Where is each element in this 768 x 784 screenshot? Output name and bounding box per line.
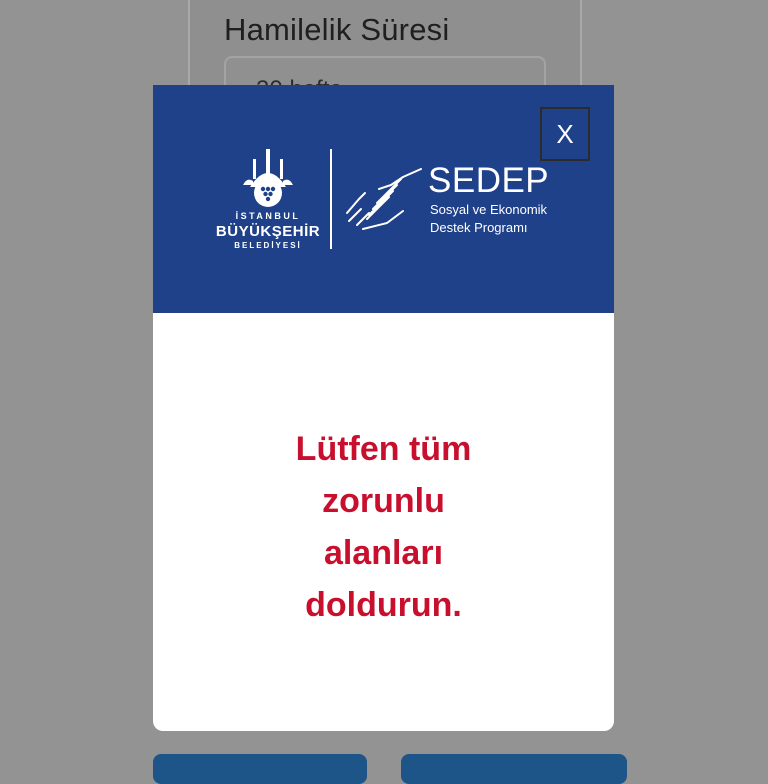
- pregnancy-duration-label: Hamilelik Süresi: [224, 12, 450, 47]
- background-button-right[interactable]: [401, 754, 627, 784]
- ibb-logo-line3: BELEDİYESİ: [234, 241, 302, 250]
- message-line: doldurun.: [305, 586, 462, 624]
- sedep-subtitle-line2: Destek Programı: [430, 220, 528, 235]
- ibb-logo: İSTANBUL BÜYÜKŞEHİR BELEDİYESİ: [213, 147, 323, 257]
- close-button[interactable]: X: [540, 107, 590, 161]
- ibb-logo-line2: BÜYÜKŞEHİR: [215, 223, 321, 240]
- sedep-title: SEDEP: [428, 161, 550, 200]
- helping-hands-icon: [346, 168, 422, 230]
- ibb-mosque-emblem-icon: [243, 149, 293, 207]
- background-button-left[interactable]: [153, 754, 367, 784]
- logo-divider: [330, 149, 332, 249]
- message-line: Lütfen tüm: [295, 430, 472, 468]
- alert-modal: İSTANBUL BÜYÜKŞEHİR BELEDİYESİ SEDEP Sos…: [153, 85, 614, 731]
- sedep-subtitle-line1: Sosyal ve Ekonomik: [430, 202, 548, 217]
- close-label: X: [556, 118, 574, 149]
- modal-header: İSTANBUL BÜYÜKŞEHİR BELEDİYESİ SEDEP Sos…: [153, 85, 614, 313]
- message-line: zorunlu: [322, 482, 445, 520]
- ibb-logo-line1: İSTANBUL: [235, 211, 301, 221]
- required-fields-message: Lütfen tüm zorunlu alanları doldurun.: [153, 423, 614, 631]
- message-line: alanları: [323, 534, 444, 572]
